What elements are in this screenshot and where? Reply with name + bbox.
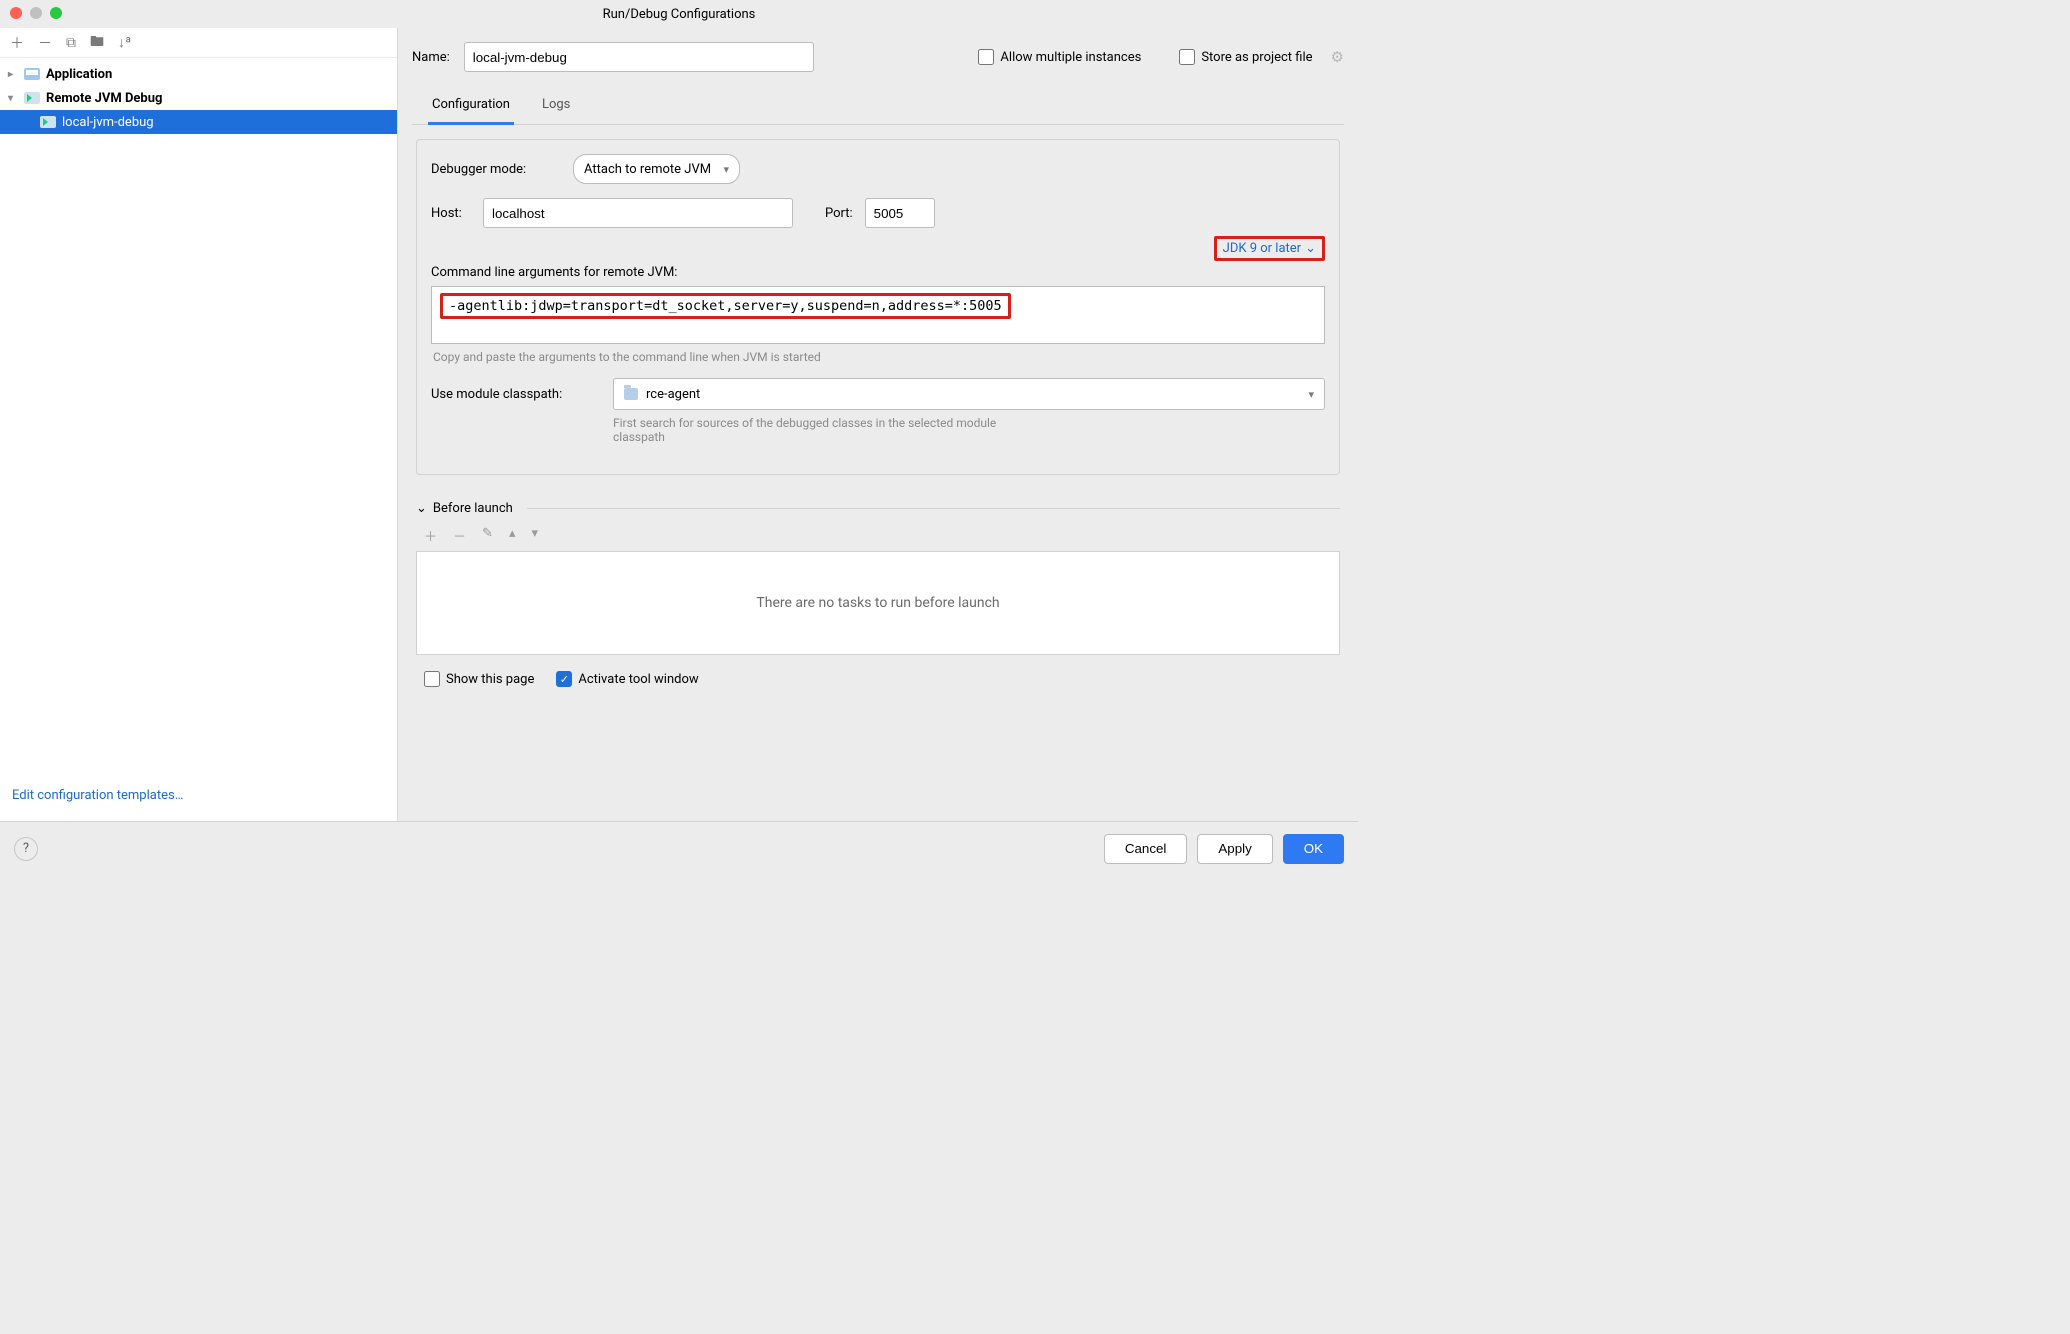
add-task-icon[interactable]: ＋ bbox=[424, 526, 437, 545]
run-config-icon bbox=[40, 116, 56, 128]
activate-tool-window-checkbox[interactable]: ✓ Activate tool window bbox=[556, 671, 698, 687]
add-icon[interactable]: ＋ bbox=[10, 33, 24, 53]
config-tree: ▸ Application ▾ Remote JVM Debug local-j… bbox=[0, 58, 397, 778]
window-title: Run/Debug Configurations bbox=[603, 7, 756, 22]
host-label: Host: bbox=[431, 206, 471, 221]
module-hint: First search for sources of the debugged… bbox=[613, 416, 1043, 444]
name-input[interactable] bbox=[464, 42, 814, 72]
before-launch-empty: There are no tasks to run before launch bbox=[756, 595, 999, 611]
show-this-page-checkbox[interactable]: Show this page bbox=[424, 671, 534, 687]
remote-debug-icon bbox=[24, 92, 40, 104]
gear-icon[interactable]: ⚙ bbox=[1331, 48, 1344, 66]
close-window-icon[interactable] bbox=[10, 7, 22, 19]
module-value: rce-agent bbox=[646, 387, 700, 402]
save-icon[interactable]: 🖿 bbox=[90, 31, 104, 55]
allow-multiple-checkbox[interactable]: Allow multiple instances bbox=[978, 49, 1141, 65]
chevron-down-icon: ▾ bbox=[8, 93, 18, 104]
activate-tool-window-label: Activate tool window bbox=[578, 672, 698, 687]
move-down-icon[interactable]: ▾ bbox=[531, 526, 538, 545]
apply-button[interactable]: Apply bbox=[1197, 834, 1272, 864]
store-project-input[interactable] bbox=[1179, 49, 1195, 65]
application-icon bbox=[24, 68, 40, 80]
port-input[interactable] bbox=[865, 198, 935, 228]
before-launch-header[interactable]: ⌄ Before launch bbox=[416, 501, 1340, 516]
allow-multiple-label: Allow multiple instances bbox=[1000, 50, 1141, 65]
host-input[interactable] bbox=[483, 198, 793, 228]
titlebar: Run/Debug Configurations bbox=[0, 0, 1358, 28]
show-this-page-label: Show this page bbox=[446, 672, 534, 687]
allow-multiple-input[interactable] bbox=[978, 49, 994, 65]
before-launch-section: ⌄ Before launch ＋ － ✎ ▴ ▾ There are no t… bbox=[416, 501, 1340, 687]
module-classpath-select[interactable]: rce-agent bbox=[613, 378, 1325, 410]
jdk-version-value: JDK 9 or later bbox=[1223, 241, 1301, 256]
debugger-mode-value: Attach to remote JVM bbox=[584, 162, 711, 177]
debugger-mode-select[interactable]: Attach to remote JVM bbox=[573, 154, 740, 184]
cmd-args-value: -agentlib:jdwp=transport=dt_socket,serve… bbox=[440, 293, 1011, 319]
ok-button[interactable]: OK bbox=[1283, 834, 1344, 864]
help-button[interactable]: ? bbox=[14, 837, 38, 861]
move-up-icon[interactable]: ▴ bbox=[509, 526, 516, 545]
cmd-args-label: Command line arguments for remote JVM: bbox=[431, 265, 1325, 280]
config-tabs: Configuration Logs bbox=[412, 85, 1344, 125]
copy-icon[interactable]: ⧉ bbox=[66, 35, 76, 51]
module-label: Use module classpath: bbox=[431, 387, 601, 402]
before-launch-tasklist: There are no tasks to run before launch bbox=[416, 551, 1340, 655]
checked-icon: ✓ bbox=[556, 671, 572, 687]
tree-node-remote-jvm-debug[interactable]: ▾ Remote JVM Debug bbox=[0, 86, 397, 110]
store-project-checkbox[interactable]: Store as project file bbox=[1179, 49, 1312, 65]
store-project-label: Store as project file bbox=[1201, 50, 1312, 65]
tab-logs[interactable]: Logs bbox=[538, 91, 574, 124]
tree-node-label: local-jvm-debug bbox=[62, 115, 154, 130]
tree-node-label: Remote JVM Debug bbox=[46, 91, 162, 106]
edit-task-icon[interactable]: ✎ bbox=[482, 526, 493, 545]
before-launch-toolbar: ＋ － ✎ ▴ ▾ bbox=[416, 516, 1340, 551]
name-label: Name: bbox=[412, 50, 450, 65]
chevron-down-icon: ⌄ bbox=[1305, 241, 1316, 256]
window-controls bbox=[10, 7, 62, 19]
minimize-window-icon[interactable] bbox=[30, 7, 42, 19]
chevron-down-icon: ⌄ bbox=[416, 501, 427, 516]
folder-icon bbox=[624, 388, 638, 400]
remove-task-icon[interactable]: － bbox=[453, 526, 466, 545]
configuration-panel: Debugger mode: Attach to remote JVM Host… bbox=[416, 139, 1340, 475]
chevron-right-icon: ▸ bbox=[8, 69, 18, 80]
sort-icon[interactable]: ↓ª bbox=[118, 34, 131, 51]
tab-configuration[interactable]: Configuration bbox=[428, 91, 514, 125]
show-this-page-input[interactable] bbox=[424, 671, 440, 687]
tree-node-application[interactable]: ▸ Application bbox=[0, 62, 397, 86]
tree-node-label: Application bbox=[46, 67, 112, 82]
tree-node-local-jvm-debug[interactable]: local-jvm-debug bbox=[0, 110, 397, 134]
sidebar: ＋ － ⧉ 🖿 ↓ª ▸ Application ▾ Remote JVM De… bbox=[0, 28, 398, 821]
sidebar-toolbar: ＋ － ⧉ 🖿 ↓ª bbox=[0, 28, 397, 58]
port-label: Port: bbox=[825, 206, 853, 221]
cmd-args-box[interactable]: -agentlib:jdwp=transport=dt_socket,serve… bbox=[431, 286, 1325, 344]
cancel-button[interactable]: Cancel bbox=[1104, 834, 1188, 864]
content: Name: Allow multiple instances Store as … bbox=[398, 28, 1358, 821]
dialog-footer: ? Cancel Apply OK bbox=[0, 821, 1358, 875]
debugger-mode-label: Debugger mode: bbox=[431, 162, 561, 177]
edit-templates-link[interactable]: Edit configuration templates… bbox=[12, 788, 183, 803]
cmd-hint: Copy and paste the arguments to the comm… bbox=[433, 350, 1323, 364]
before-launch-label: Before launch bbox=[433, 501, 513, 516]
remove-icon[interactable]: － bbox=[38, 33, 52, 53]
zoom-window-icon[interactable] bbox=[50, 7, 62, 19]
jdk-version-select[interactable]: JDK 9 or later ⌄ bbox=[1214, 236, 1325, 261]
